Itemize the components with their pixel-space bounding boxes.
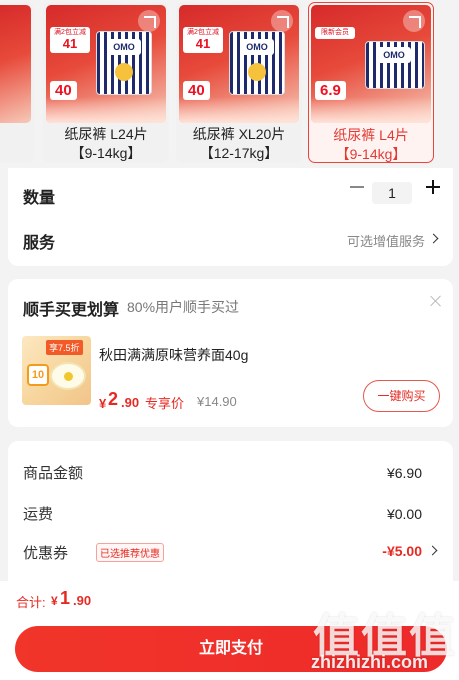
recommend-title: 顺手买更划算 — [23, 302, 120, 319]
brand-logo: OMO — [240, 39, 274, 55]
pack-count-badge: 10 — [27, 364, 49, 386]
total-symbol: ¥ — [51, 594, 58, 608]
chevron-right-icon[interactable] — [428, 233, 439, 244]
variant-name: 纸尿裤 L24片 — [64, 126, 148, 142]
chevron-right-icon[interactable] — [427, 545, 438, 556]
noodle-bowl-icon — [50, 362, 86, 390]
expand-icon[interactable] — [403, 10, 425, 32]
quantity-decrease-button[interactable] — [350, 186, 364, 188]
discount-tag: 享7.5折 — [46, 340, 83, 355]
variant-size: 【9-14kg】 — [70, 145, 142, 161]
recommend-product-image[interactable]: 享7.5折 10 — [22, 336, 91, 405]
total-decimal: .90 — [73, 593, 92, 608]
exclusive-price-tag: 专享价 — [145, 396, 185, 411]
shipping-label: 运费 — [23, 506, 54, 523]
total-integer: 1 — [60, 588, 71, 608]
options-panel: 数量 1 服务 可选增值服务 — [8, 168, 453, 266]
variant-name: 纸尿裤 L4片 — [333, 127, 409, 143]
coupon-discount-value[interactable]: -¥5.00 — [382, 543, 422, 559]
mascot-icon — [115, 63, 133, 81]
price-symbol: ¥ — [99, 396, 107, 411]
brand-logo: OMO — [107, 39, 141, 55]
summary-panel: 商品金额 ¥6.90 运费 ¥0.00 优惠券 已选推荐优惠 -¥5.00 — [8, 441, 453, 581]
variant-image: 满2包立减 41 40 OMO — [46, 5, 166, 123]
recommend-panel: 顺手买更划算 80%用户顺手买过 享7.5折 10 秋田满满原味营养面40g ¥… — [8, 279, 453, 427]
expand-icon[interactable] — [138, 10, 160, 32]
one-click-buy-button[interactable]: 一键购买 — [363, 380, 440, 412]
price-integer: 2 — [108, 389, 119, 409]
recommend-subtitle: 80%用户顺手买过 — [127, 299, 240, 315]
variant-image — [0, 5, 31, 123]
goods-amount-label: 商品金额 — [23, 465, 84, 482]
total-label: 合计: — [16, 595, 46, 610]
image-promo-badge: 满2包立减 41 — [183, 27, 223, 53]
quantity-input[interactable]: 1 — [372, 182, 412, 204]
variant-card-partial[interactable] — [0, 2, 34, 163]
expand-icon[interactable] — [271, 10, 293, 32]
variant-card-l4-selected[interactable]: 限新会员 6.9 OMO 纸尿裤 L4片 【9-14kg】 — [308, 2, 434, 163]
variant-name: 纸尿裤 XL20片 — [192, 126, 286, 142]
goods-amount-value: ¥6.90 — [386, 465, 422, 481]
variant-size: 【9-14kg】 — [335, 146, 407, 162]
variant-image: 满2包立减 41 40 OMO — [179, 5, 299, 123]
variant-card-xl20[interactable]: 满2包立减 41 40 OMO 纸尿裤 XL20片 【12-17kg】 — [176, 2, 302, 163]
image-promo-badge: 限新会员 — [315, 27, 355, 39]
coupon-selected-badge: 已选推荐优惠 — [96, 543, 164, 562]
coupon-label: 优惠券 — [23, 545, 69, 562]
image-promo-badge: 满2包立减 41 — [50, 27, 90, 53]
mascot-icon — [248, 63, 266, 81]
price-decimal: .90 — [121, 395, 140, 410]
close-icon[interactable] — [430, 295, 442, 307]
watermark-url: zhizhizhi.com — [311, 652, 428, 672]
brand-logo: OMO — [377, 47, 411, 63]
quantity-increase-button[interactable] — [425, 179, 441, 195]
original-price: ¥14.90 — [197, 394, 237, 409]
variant-size: 【12-17kg】 — [199, 145, 279, 161]
shipping-value: ¥0.00 — [386, 506, 422, 522]
recommend-product-name[interactable]: 秋田满满原味营养面40g — [99, 345, 248, 365]
service-hint[interactable]: 可选增值服务 — [347, 231, 425, 250]
variant-card-l24[interactable]: 满2包立减 41 40 OMO 纸尿裤 L24片 【9-14kg】 — [43, 2, 169, 163]
service-label: 服务 — [23, 235, 56, 252]
variant-image: 限新会员 6.9 OMO — [311, 5, 431, 123]
quantity-label: 数量 — [23, 190, 56, 207]
